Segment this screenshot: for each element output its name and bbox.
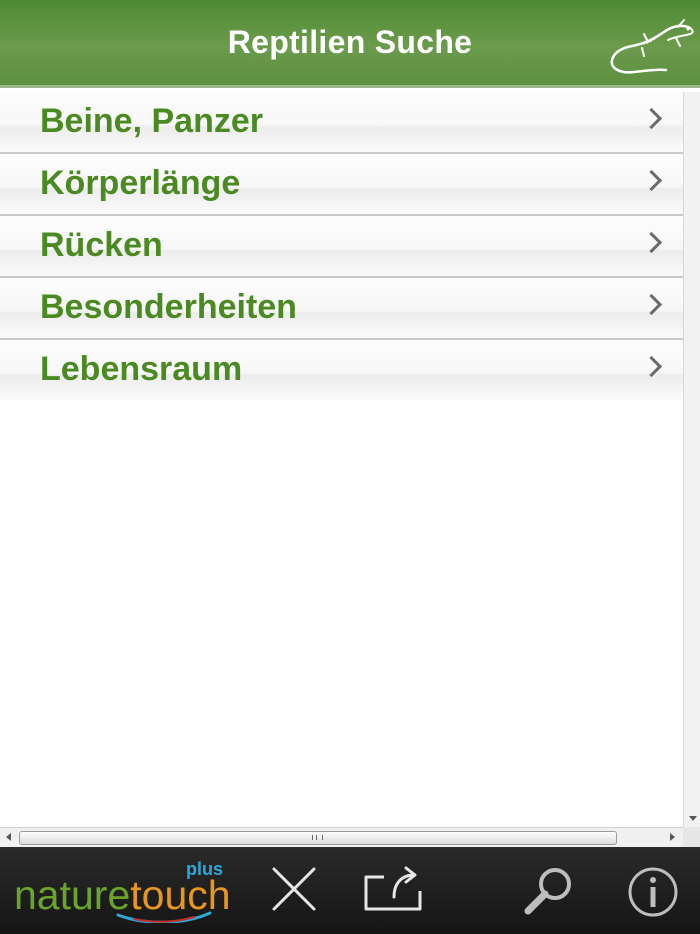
scroll-right-arrow-icon[interactable] bbox=[670, 833, 675, 841]
chevron-right-icon bbox=[640, 169, 663, 192]
scrollbar-corner bbox=[683, 827, 700, 847]
scroll-left-arrow-icon[interactable] bbox=[6, 833, 11, 841]
scroll-down-arrow-icon[interactable] bbox=[689, 816, 697, 821]
horizontal-scrollbar-thumb[interactable] bbox=[19, 831, 617, 845]
naturetouch-plus-logo: plus naturetouch bbox=[14, 859, 264, 925]
bottom-toolbar: plus naturetouch bbox=[0, 847, 700, 934]
logo-nature-text: nature bbox=[14, 872, 131, 918]
list-item-label: Körperlänge bbox=[40, 164, 241, 202]
list-item-ruecken[interactable]: Rücken bbox=[0, 216, 683, 278]
list-item-label: Besonderheiten bbox=[40, 288, 297, 326]
chevron-right-icon bbox=[640, 107, 663, 130]
list-item-label: Rücken bbox=[40, 226, 163, 264]
chevron-right-icon bbox=[640, 293, 663, 316]
page-title: Reptilien Suche bbox=[227, 24, 473, 60]
list-item-besonderheiten[interactable]: Besonderheiten bbox=[0, 278, 683, 340]
list-item-beine-panzer[interactable]: Beine, Panzer bbox=[0, 92, 683, 154]
horizontal-scrollbar[interactable] bbox=[0, 827, 683, 847]
search-category-list: Beine, Panzer Körperlänge Rücken Besonde… bbox=[0, 92, 683, 400]
search-icon[interactable] bbox=[522, 865, 578, 917]
vertical-scrollbar[interactable] bbox=[683, 92, 700, 827]
app-header: Reptilien Suche bbox=[0, 0, 700, 88]
chevron-right-icon bbox=[640, 231, 663, 254]
grip-icon bbox=[312, 835, 323, 840]
info-icon[interactable] bbox=[626, 865, 680, 919]
logo-swoosh-icon bbox=[116, 911, 212, 923]
list-item-lebensraum[interactable]: Lebensraum bbox=[0, 340, 683, 400]
close-icon[interactable] bbox=[268, 865, 320, 913]
list-item-label: Lebensraum bbox=[40, 350, 243, 388]
lizard-icon bbox=[610, 19, 694, 74]
list-item-koerperlaenge[interactable]: Körperlänge bbox=[0, 154, 683, 216]
list-item-label: Beine, Panzer bbox=[40, 102, 263, 140]
share-icon[interactable] bbox=[362, 865, 424, 913]
chevron-right-icon bbox=[640, 355, 663, 378]
